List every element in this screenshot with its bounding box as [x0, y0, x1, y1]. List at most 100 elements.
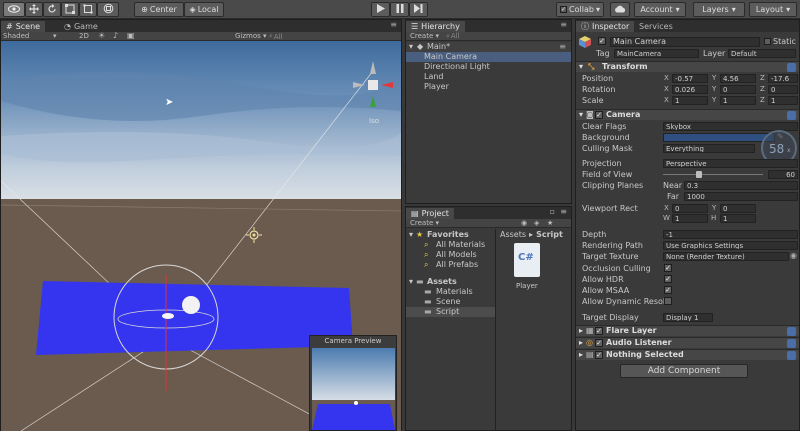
position-x-field[interactable]: -0.57 [672, 74, 708, 83]
play-button[interactable] [371, 2, 390, 17]
allow-dynamic-resolution-checkbox[interactable] [664, 297, 672, 305]
static-checkbox[interactable] [764, 38, 771, 45]
collab-dropdown[interactable]: ✓ Collab ▾ [556, 2, 604, 17]
step-button[interactable] [409, 2, 428, 17]
audio-toggle-icon[interactable]: ♪ [113, 31, 118, 40]
transform-header[interactable]: ▾ ⤡ Transform [576, 61, 799, 72]
viewport-h-field[interactable]: 1 [720, 214, 756, 223]
nothing-selected-header[interactable]: ▸ ▤ ✓ Nothing Selected [576, 349, 799, 360]
layout-dropdown[interactable]: Layout ▾ [749, 2, 797, 17]
transform-tool-button[interactable] [97, 2, 119, 17]
culling-mask-dropdown[interactable]: Everything [663, 144, 755, 153]
folder-item-scene[interactable]: ▬ Scene [406, 297, 495, 307]
hierarchy-search-field[interactable]: ⌕ All [446, 32, 460, 41]
cloud-button[interactable] [610, 2, 630, 17]
rect-tool-button[interactable] [79, 2, 97, 17]
flare-layer-checkbox[interactable]: ✓ [595, 327, 603, 335]
light-toggle-icon[interactable]: ☀ [98, 31, 105, 40]
favorite-star-icon[interactable]: ★ [547, 219, 553, 227]
pause-button[interactable] [390, 2, 409, 17]
fov-slider-thumb[interactable] [696, 171, 702, 178]
active-checkbox[interactable]: ✓ [598, 37, 606, 45]
account-dropdown[interactable]: Account ▾ [634, 2, 686, 17]
2d-toggle[interactable]: 2D [79, 32, 89, 40]
scale-z-field[interactable]: 1 [768, 96, 798, 105]
panel-menu-icon[interactable]: ≡ [560, 20, 567, 29]
camera-enabled-checkbox[interactable]: ✓ [595, 111, 603, 119]
allow-hdr-checkbox[interactable]: ✓ [664, 275, 672, 283]
scene-menu-icon[interactable]: ≡ [559, 42, 566, 51]
hierarchy-item-directional-light[interactable]: Directional Light [406, 62, 571, 72]
tab-inspector[interactable]: ⓘ Inspector [576, 21, 635, 32]
folder-item-materials[interactable]: ▬ Materials [406, 287, 495, 297]
move-tool-button[interactable] [25, 2, 43, 17]
help-icon[interactable] [787, 111, 796, 120]
effects-toggle-icon[interactable]: ▣ [127, 31, 135, 40]
hierarchy-item-main-camera[interactable]: Main Camera [406, 52, 571, 62]
allow-msaa-checkbox[interactable]: ✓ [664, 286, 672, 294]
filter-label-icon[interactable]: ◈ [534, 219, 539, 227]
projection-dropdown[interactable]: Perspective [663, 159, 798, 168]
position-z-field[interactable]: -17.6 [768, 74, 798, 83]
iso-label[interactable]: Iso [369, 117, 379, 125]
target-display-dropdown[interactable]: Display 1 [663, 313, 713, 322]
scene-root-row[interactable]: ▾ ◆ Main* ≡ [406, 42, 571, 52]
tag-dropdown[interactable]: MainCamera [614, 49, 699, 58]
near-clip-field[interactable]: 0.3 [684, 181, 798, 190]
rotation-z-field[interactable]: 0 [768, 85, 798, 94]
lock-icon[interactable]: ▫ [550, 207, 555, 216]
script-enabled-checkbox[interactable]: ✓ [595, 351, 603, 359]
gizmos-dropdown[interactable]: Gizmos ▾ [235, 32, 267, 40]
audio-listener-header[interactable]: ▸ ◎ ✓ Audio Listener [576, 337, 799, 348]
background-color-swatch[interactable] [663, 133, 775, 142]
favorites-row[interactable]: ▾ ★ Favorites [406, 230, 495, 240]
layers-dropdown[interactable]: Layers ▾ [693, 2, 745, 17]
far-clip-field[interactable]: 1000 [684, 192, 798, 201]
scale-y-field[interactable]: 1 [720, 96, 756, 105]
pivot-center-toggle[interactable]: ⊕ Center [134, 2, 184, 17]
help-icon[interactable] [787, 327, 796, 336]
target-texture-field[interactable]: None (Render Texture) [663, 252, 789, 261]
breadcrumb-assets[interactable]: Assets [500, 230, 526, 239]
scene-search-field[interactable]: ⌕ All [269, 32, 283, 41]
rotation-y-field[interactable]: 0 [720, 85, 756, 94]
camera-component-header[interactable]: ▾ ◙ ✓ Camera [576, 109, 799, 120]
scale-x-field[interactable]: 1 [672, 96, 708, 105]
favorite-item-all-prefabs[interactable]: ⌕ All Prefabs [406, 260, 495, 270]
hierarchy-item-land[interactable]: Land [406, 72, 571, 82]
object-picker-icon[interactable]: ◉ [790, 251, 797, 260]
fov-value-field[interactable]: 60 [768, 170, 798, 179]
hierarchy-item-player[interactable]: Player [406, 82, 571, 92]
create-dropdown[interactable]: Create ▾ [410, 219, 439, 227]
tab-project[interactable]: ▤ Project [406, 208, 454, 219]
help-icon[interactable] [787, 339, 796, 348]
favorite-item-all-materials[interactable]: ⌕ All Materials [406, 240, 495, 250]
tab-scene[interactable]: # Scene [1, 21, 46, 32]
panel-menu-icon[interactable]: ≡ [390, 20, 397, 29]
favorite-item-all-models[interactable]: ⌕ All Models [406, 250, 495, 260]
view-tool-button[interactable] [3, 2, 25, 17]
filter-type-icon[interactable]: ◉ [521, 219, 527, 227]
space-local-toggle[interactable]: ◈ Local [184, 2, 224, 17]
viewport-w-field[interactable]: 1 [672, 214, 708, 223]
position-y-field[interactable]: 4.56 [720, 74, 756, 83]
layer-dropdown[interactable]: Default [728, 49, 796, 58]
tab-services[interactable]: Services [634, 21, 678, 32]
depth-field[interactable]: -1 [663, 230, 798, 239]
object-name-field[interactable]: Main Camera [610, 37, 760, 47]
shading-mode-dropdown[interactable]: Shaded [3, 32, 29, 40]
scale-tool-button[interactable] [61, 2, 79, 17]
viewport-x-field[interactable]: 0 [672, 204, 708, 213]
rendering-path-dropdown[interactable]: Use Graphics Settings [663, 241, 798, 250]
fov-slider-track[interactable] [663, 174, 763, 175]
help-icon[interactable] [787, 63, 796, 72]
panel-menu-icon[interactable]: ≡ [560, 207, 567, 216]
create-dropdown[interactable]: Create ▾ [410, 32, 439, 40]
add-component-button[interactable]: Add Component [620, 364, 748, 378]
rotation-x-field[interactable]: 0.026 [672, 85, 708, 94]
viewport-y-field[interactable]: 0 [720, 204, 756, 213]
tab-game[interactable]: ◔ Game [59, 21, 103, 32]
folder-item-script[interactable]: ▬ Script [406, 307, 495, 317]
assets-root-row[interactable]: ▾ ▬ Assets [406, 277, 495, 287]
csharp-file-icon[interactable]: C# [514, 243, 540, 277]
